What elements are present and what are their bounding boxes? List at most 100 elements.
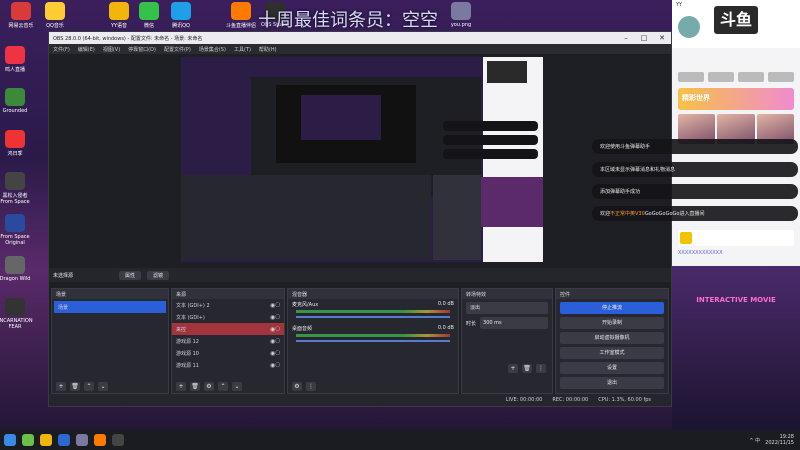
app-icon xyxy=(5,46,25,64)
desktop-icon-label: INCARNATION FEAR xyxy=(0,318,33,330)
source-item[interactable]: 游戏源 11 ◉ ▢ xyxy=(172,359,284,371)
desktop-icon[interactable]: YY语音 xyxy=(102,2,136,29)
channel-db: 0.0 dB xyxy=(437,301,454,307)
mixer-channels: 麦克风/Aux 0.0 dB 桌面音频 0.0 dB xyxy=(288,299,458,347)
desktop-icon[interactable]: From Space Original xyxy=(0,214,32,246)
gear-icon[interactable]: ⚙ xyxy=(204,382,214,391)
mixer-channel: 麦克风/Aux 0.0 dB xyxy=(288,299,458,323)
control-button[interactable]: 开始录制 xyxy=(560,317,664,329)
maximize-icon[interactable]: □ xyxy=(635,34,653,42)
duration-input[interactable]: 300 ms xyxy=(480,317,548,329)
scene-item[interactable]: 场景 xyxy=(54,301,166,313)
mixer-title: 混音器 xyxy=(288,289,458,299)
arrow-up-icon[interactable]: ⌃ xyxy=(84,382,94,391)
minimize-icon[interactable]: – xyxy=(617,34,635,42)
source-item[interactable]: 文本 (GDI+) ◉ ▢ xyxy=(172,311,284,323)
avatar[interactable] xyxy=(678,16,700,38)
app-icon[interactable] xyxy=(94,434,106,446)
desktop-icon-label: 鸣人直播 xyxy=(4,67,25,73)
desktop-icon[interactable]: INCARNATION FEAR xyxy=(0,298,33,330)
more-icon[interactable]: ⋮ xyxy=(306,382,316,391)
lock-icon[interactable]: ▢ xyxy=(275,314,280,320)
obs-taskbar-icon[interactable] xyxy=(112,434,124,446)
preview-canvas[interactable] xyxy=(181,57,543,262)
desktop-icon[interactable]: 微信 xyxy=(132,2,166,29)
app-icon[interactable] xyxy=(76,434,88,446)
category-icon[interactable] xyxy=(708,72,734,82)
filters-button[interactable]: 滤镜 xyxy=(147,270,170,280)
lock-icon[interactable]: ▢ xyxy=(275,350,280,356)
menu-item[interactable]: 文件(F) xyxy=(53,46,70,53)
control-button[interactable]: 启动虚拟摄像机 xyxy=(560,332,664,344)
source-item[interactable]: 文本 (GDI+) 2 ◉ ▢ xyxy=(172,299,284,311)
menu-item[interactable]: 视图(V) xyxy=(103,46,120,53)
menu-item[interactable]: 帮助(H) xyxy=(259,46,277,53)
app-icon[interactable] xyxy=(22,434,34,446)
gear-icon[interactable]: ⚙ xyxy=(292,382,302,391)
volume-slider[interactable] xyxy=(296,340,450,342)
lock-icon[interactable]: ▢ xyxy=(275,326,280,332)
desktop-icon[interactable]: Grounded xyxy=(0,88,32,114)
lock-icon[interactable]: ▢ xyxy=(275,302,280,308)
properties-button[interactable]: 属性 xyxy=(119,270,142,280)
app-icon[interactable] xyxy=(58,434,70,446)
desktop-icon-label: 微信 xyxy=(143,23,154,29)
close-icon[interactable]: ✕ xyxy=(653,34,671,42)
category-icon[interactable] xyxy=(678,72,704,82)
menu-item[interactable]: 编辑(E) xyxy=(78,46,95,53)
desktop-icon[interactable]: 网易云音乐 xyxy=(4,2,38,29)
control-button[interactable]: 停止推流 xyxy=(560,302,664,314)
category-icons xyxy=(672,68,800,86)
taskbar: ^ 中 19:28 2022/11/15 xyxy=(0,430,800,450)
no-source-label: 未选择源 xyxy=(53,272,74,279)
arrow-down-icon[interactable]: ⌄ xyxy=(98,382,108,391)
message-username: 不正常中英V30 xyxy=(610,211,645,217)
search-box[interactable]: XXXXXXXXXXXXX xyxy=(678,250,794,256)
desktop-icon[interactable]: 鸣人直播 xyxy=(0,46,32,73)
window-title: OBS 28.0.0 (64-bit, windows) - 配置文件: 未命名… xyxy=(53,35,203,42)
menu-item[interactable]: 工具(T) xyxy=(234,46,251,53)
promo-banner[interactable]: 精彩世界 xyxy=(678,88,794,110)
control-button[interactable]: 工作室模式 xyxy=(560,347,664,359)
desktop-icon[interactable]: 黑松入侵者 From Space xyxy=(0,172,32,205)
source-item[interactable]: 游戏源 12 ◉ ▢ xyxy=(172,335,284,347)
app-icon xyxy=(45,2,65,20)
more-icon[interactable]: ⋮ xyxy=(536,364,546,373)
app-icon[interactable] xyxy=(40,434,52,446)
transition-select[interactable]: 淡出 xyxy=(466,302,548,314)
trash-icon[interactable]: 🗑 xyxy=(190,382,200,391)
menu-item[interactable]: 场景集合(S) xyxy=(199,46,226,53)
app-icon xyxy=(231,2,251,20)
sources-list: 文本 (GDI+) 2 ◉ ▢ 文本 (GDI+) ◉ ▢ 来控 ◉ ▢ 游戏源 12 ◉ ▢… xyxy=(172,299,284,371)
desktop-icon[interactable]: Dragon Wild xyxy=(0,256,32,282)
message-suffix: GoGoGoGoGo进入直播间 xyxy=(644,211,705,217)
lock-icon[interactable]: ▢ xyxy=(275,338,280,344)
arrow-up-icon[interactable]: ⌃ xyxy=(218,382,228,391)
desktop-icon[interactable]: QQ音乐 xyxy=(38,2,72,29)
lock-icon[interactable]: ▢ xyxy=(275,362,280,368)
desktop-icon[interactable]: 斗鱼直播伴侣 xyxy=(224,2,258,29)
trash-icon[interactable]: 🗑 xyxy=(522,364,532,373)
menu-item[interactable]: 停靠窗口(D) xyxy=(128,46,156,53)
desktop-icon[interactable]: 腾讯QQ xyxy=(164,2,198,29)
desktop-icon[interactable]: you.png xyxy=(444,2,478,28)
volume-slider[interactable] xyxy=(296,316,450,318)
menu-item[interactable]: 配置文件(P) xyxy=(164,46,191,53)
desktop-icon-label: Dragon Wild xyxy=(0,276,31,282)
source-item[interactable]: 来控 ◉ ▢ xyxy=(172,323,284,335)
tray-icons[interactable]: ^ 中 xyxy=(749,437,760,444)
control-button[interactable]: 设置 xyxy=(560,362,664,374)
desktop-icon[interactable]: 鸿日季 xyxy=(0,130,32,157)
source-label: 文本 (GDI+) 2 xyxy=(176,302,210,309)
trash-icon[interactable]: 🗑 xyxy=(70,382,80,391)
windows-start-icon[interactable] xyxy=(4,434,16,446)
add-icon[interactable]: + xyxy=(56,382,66,391)
category-icon[interactable] xyxy=(738,72,764,82)
add-icon[interactable]: + xyxy=(176,382,186,391)
home-icon[interactable] xyxy=(680,232,692,244)
category-icon[interactable] xyxy=(768,72,794,82)
source-item[interactable]: 游戏源 10 ◉ ▢ xyxy=(172,347,284,359)
arrow-down-icon[interactable]: ⌄ xyxy=(232,382,242,391)
add-icon[interactable]: + xyxy=(508,364,518,373)
control-button[interactable]: 退出 xyxy=(560,377,664,389)
